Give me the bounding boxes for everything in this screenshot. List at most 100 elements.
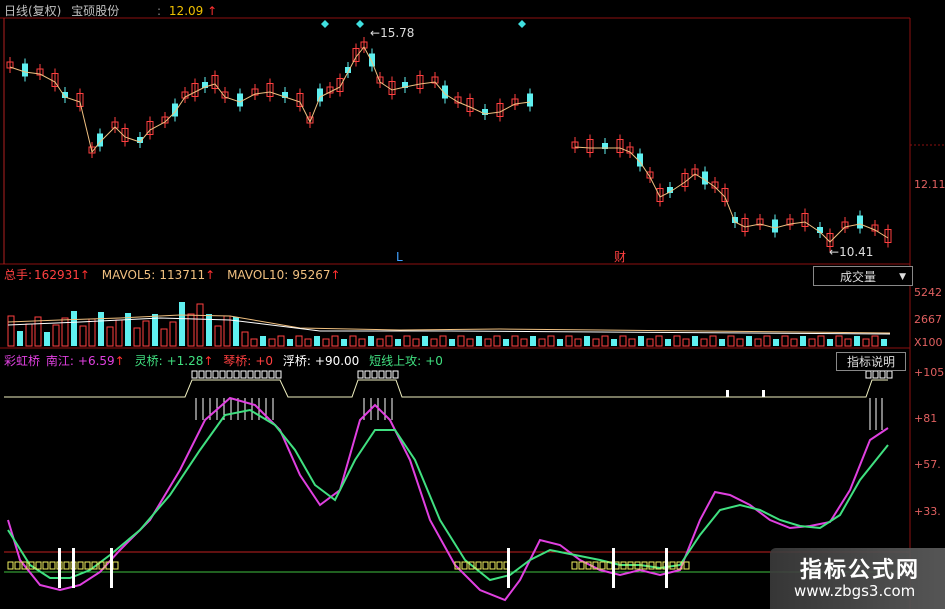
indicator-axis-33: +33. [914,505,941,518]
volume-bar-down [665,339,671,346]
volume-bar-down [746,336,752,346]
low-block [475,561,482,570]
mavol10-value: 95267 [292,268,331,282]
current-price: 12.09 [168,4,204,18]
volume-bar-up [223,315,231,347]
candle-down [527,93,533,107]
duanxian-value: +0 [425,354,443,368]
signal-bar [665,548,668,588]
mavol10-label: MAVOL10: [227,268,289,282]
bridge-block [879,370,886,379]
volume-bar-up [196,303,204,347]
volume-bar-up [358,338,366,347]
indicator-legend: 彩虹桥 南江: +6.59↑ 灵桥: +1.28↑ 琴桥: +0 浮桥: +90.00 … [4,354,443,368]
low-block [77,561,84,570]
volume-bar-up [871,335,879,347]
volume-bar-down [638,336,644,346]
diamond-icon [356,20,364,28]
volume-bar-up [601,335,609,347]
period-label[interactable]: 日线(复权) [4,4,61,18]
volume-bar-up [592,338,600,347]
indicator-axis-81: +81 [914,412,938,425]
bridge-block [886,370,893,379]
low-block [461,561,468,570]
volume-bar-down [584,336,590,346]
volume-bar-up [385,335,393,347]
volume-bar-up [160,328,168,347]
volume-bar-up [214,325,222,347]
bridge-block [247,370,254,379]
volume-axis-mid: 2667 [914,313,942,326]
signal-bar [72,548,75,588]
volume-bar-down [395,339,401,346]
volume-bar-up [484,338,492,347]
volume-bar-down [341,339,347,346]
total-volume-label: 总手: [4,268,33,282]
volume-bar-down [800,336,806,346]
volume-bar-up [268,338,276,347]
volume-bar-down [719,339,725,346]
volume-axis-unit: X100 [914,336,943,349]
volume-bar-down [206,314,212,346]
fuqiao-label: 浮桥: [282,354,311,368]
signal-bar [507,548,510,588]
stock-chart-canvas[interactable] [0,0,945,609]
volume-bar-up [700,338,708,347]
volume-bar-up [115,319,123,347]
volume-bar-up [133,327,141,347]
high-price-label: ←15.78 [370,26,415,40]
indicator-name: 彩虹桥 [4,354,41,368]
signal-diamonds [321,20,526,28]
volume-bar-up [88,318,96,347]
price-candles [6,37,892,252]
bridge-block [254,370,261,379]
bridge-block [205,370,212,379]
up-arrow-icon: ↑ [205,268,216,282]
bridge-line [4,379,888,398]
bridge-block [371,370,378,379]
chevron-down-icon: ▼ [899,272,906,282]
bridge-block [261,370,268,379]
bridge-block [219,370,226,379]
candle-down [369,53,375,67]
volume-bar-up [835,335,843,347]
candle-down [317,88,323,102]
bridge-block [268,370,275,379]
bridge-block [233,370,240,379]
volume-bars [7,302,891,347]
volume-bar-down [260,336,266,346]
watermark-cn: 指标公式网 [800,558,921,583]
indicator-help-button[interactable]: 指标说明 [836,352,906,371]
volume-bar-up [376,338,384,347]
ma-line [574,146,889,243]
volume-bar-up [466,338,474,347]
low-block [49,561,56,570]
low-block [571,561,578,570]
stock-name: 宝硕股份 [71,4,120,18]
volume-bar-up [511,335,519,347]
volume-bar-up [52,324,60,347]
signal-tick [726,390,729,397]
volume-bar-up [25,323,33,347]
volume-indicator-dropdown[interactable]: 成交量 ▼ [813,266,913,286]
volume-bar-up [241,331,249,347]
volume-bar-up [106,326,114,347]
low-block [7,561,14,570]
bridge-block [364,370,371,379]
volume-bar-up [412,338,420,347]
low-block [42,561,49,570]
volume-bar-up [439,335,447,347]
bridge-block [226,370,233,379]
diamond-icon [518,20,526,28]
bridge-block [392,370,399,379]
diamond-icon [321,20,329,28]
price-prefix: : [157,4,162,18]
candle-down [772,219,778,233]
volume-bar-down [881,339,887,346]
up-arrow-icon: ↑ [79,268,90,282]
volume-bar-up [844,338,852,347]
volume-bar-up [277,335,285,347]
volume-bar-down [287,339,293,346]
nanjiang-value: +6.59 [77,354,115,368]
volume-bar-down [71,311,77,346]
